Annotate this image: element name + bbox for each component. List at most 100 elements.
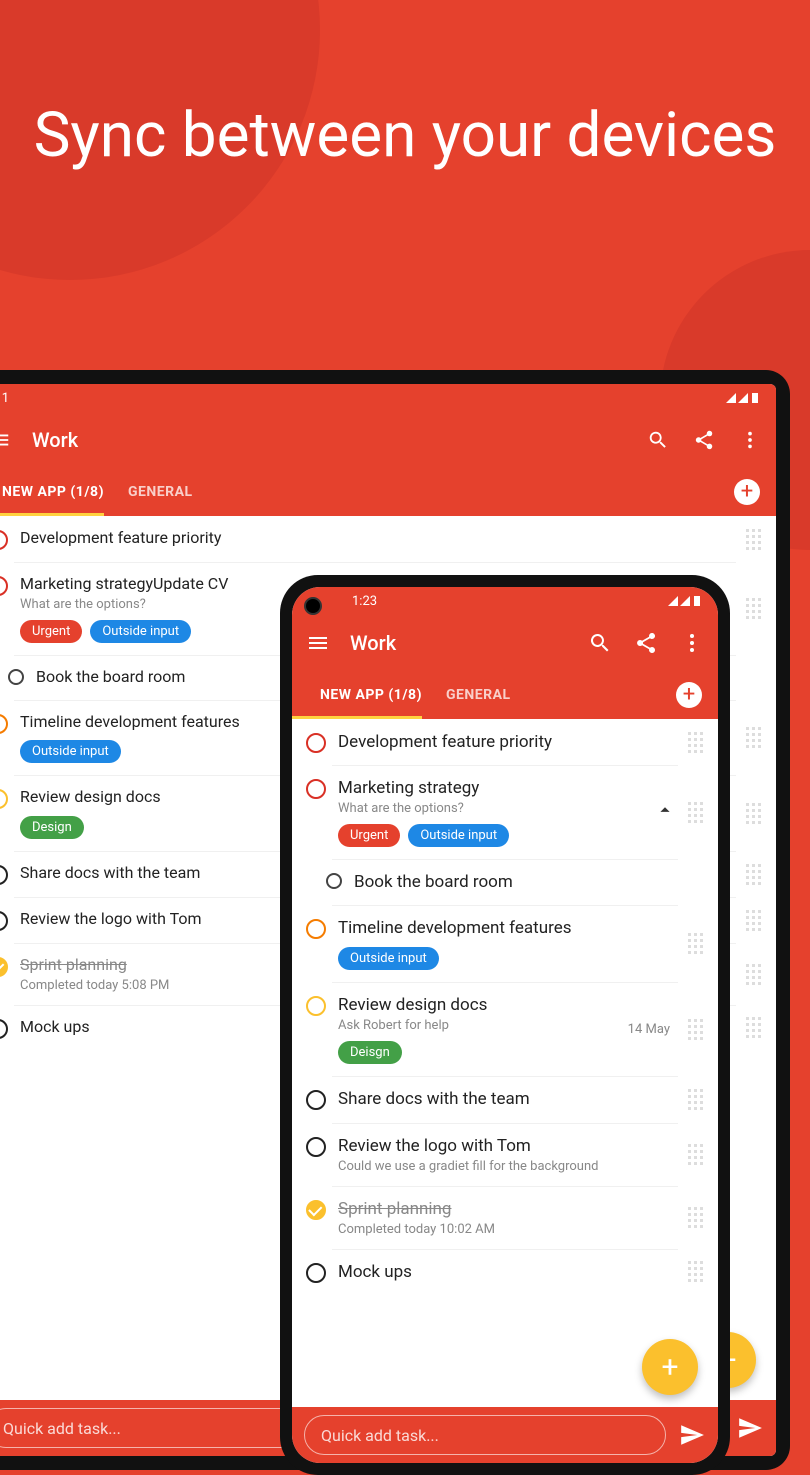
task-content: Timeline development featuresOutside inp…	[338, 917, 676, 970]
task-row[interactable]: Review the logo with TomCould we use a g…	[292, 1123, 718, 1186]
chip-row: Outside input	[338, 947, 676, 970]
search-icon[interactable]	[644, 426, 672, 454]
drag-handle-icon[interactable]	[746, 598, 764, 619]
task-list-phone: Development feature priority Marketing st…	[292, 719, 718, 1295]
task-subtitle: Could we use a gradiet fill for the back…	[338, 1159, 676, 1174]
task-title: Review design docs	[338, 994, 616, 1016]
checkbox-icon[interactable]	[8, 669, 24, 685]
tag-chip[interactable]: Outside input	[338, 947, 439, 970]
drag-handle-icon[interactable]	[746, 727, 764, 748]
task-row[interactable]: Sprint planningCompleted today 10:02 AM	[292, 1186, 718, 1249]
checkbox-icon[interactable]	[0, 714, 8, 734]
task-row[interactable]: Marketing strategy What are the options? U…	[292, 765, 718, 859]
task-content: Sprint planningCompleted today 10:02 AM	[338, 1198, 676, 1237]
quick-add-placeholder: Quick add task...	[3, 1419, 121, 1438]
drag-handle-icon[interactable]	[746, 529, 764, 550]
task-row[interactable]: Development feature priority	[292, 719, 718, 765]
checkbox-icon[interactable]	[306, 1263, 326, 1283]
tab-new-app[interactable]: NEW APP (1/8)	[308, 673, 434, 717]
status-bar: 1:23	[292, 587, 718, 615]
task-content: Development feature priority	[338, 731, 676, 753]
checkbox-icon[interactable]	[306, 1137, 326, 1157]
tag-chip[interactable]: Outside input	[408, 824, 509, 847]
checkbox-icon[interactable]	[0, 789, 8, 809]
task-content: Review the logo with TomCould we use a g…	[338, 1135, 676, 1174]
share-icon[interactable]	[690, 426, 718, 454]
task-subtitle: What are the options?	[338, 801, 642, 816]
drag-handle-icon[interactable]	[746, 910, 764, 931]
drag-handle-icon[interactable]	[688, 933, 706, 954]
menu-icon[interactable]	[0, 426, 14, 454]
checkbox-icon[interactable]	[306, 996, 326, 1016]
task-row[interactable]: Development feature priority	[0, 516, 776, 562]
status-icons	[668, 594, 708, 609]
tab-new-app[interactable]: NEW APP (1/8)	[0, 470, 116, 514]
add-tab-button[interactable]: +	[734, 479, 760, 505]
drag-handle-icon[interactable]	[746, 1017, 764, 1038]
status-time: 1:23	[352, 594, 377, 609]
menu-icon[interactable]	[304, 629, 332, 657]
tag-chip[interactable]: Urgent	[20, 620, 82, 643]
drag-handle-icon[interactable]	[746, 864, 764, 885]
add-tab-button[interactable]: +	[676, 682, 702, 708]
checkbox-icon[interactable]	[306, 779, 326, 799]
task-title: Marketing strategy	[338, 777, 642, 799]
tag-chip[interactable]: Outside input	[90, 620, 191, 643]
checkbox-icon[interactable]	[0, 530, 8, 550]
search-icon[interactable]	[586, 629, 614, 657]
task-title: Share docs with the team	[338, 1088, 676, 1110]
drag-handle-icon[interactable]	[688, 802, 706, 823]
checkbox-icon[interactable]	[0, 576, 8, 596]
task-content: Marketing strategy What are the options? U…	[338, 777, 642, 847]
task-title: Book the board room	[354, 871, 706, 893]
task-row[interactable]: Share docs with the team	[292, 1076, 718, 1122]
phone-screen: 1:23 Work NEW APP (1/8) GENERAL +	[292, 587, 718, 1463]
chevron-up-icon[interactable]	[654, 799, 676, 825]
task-row[interactable]: Mock ups	[292, 1249, 718, 1295]
task-content: Book the board room	[354, 871, 706, 893]
drag-handle-icon[interactable]	[688, 1261, 706, 1282]
task-content: Mock ups	[338, 1261, 676, 1283]
share-icon[interactable]	[632, 629, 660, 657]
checkbox-icon[interactable]	[306, 919, 326, 939]
drag-handle-icon[interactable]	[746, 803, 764, 824]
tag-chip[interactable]: Outside input	[20, 740, 121, 763]
subtask-row[interactable]: Book the board room	[292, 859, 718, 905]
task-meta-date: 14 May	[628, 1022, 670, 1037]
task-content: Share docs with the team	[338, 1088, 676, 1110]
task-row[interactable]: Review design docsAsk Robert for helpDei…	[292, 982, 718, 1076]
checkbox-icon[interactable]	[306, 733, 326, 753]
drag-handle-icon[interactable]	[688, 1207, 706, 1228]
checkbox-icon[interactable]	[0, 1019, 8, 1039]
checkbox-icon[interactable]	[306, 1090, 326, 1110]
checkbox-done-icon[interactable]	[0, 957, 8, 977]
send-icon[interactable]	[678, 1421, 706, 1449]
send-icon[interactable]	[736, 1414, 764, 1442]
checkbox-done-icon[interactable]	[306, 1200, 326, 1220]
drag-handle-icon[interactable]	[688, 1019, 706, 1040]
quick-add-placeholder: Quick add task...	[321, 1426, 439, 1445]
checkbox-icon[interactable]	[0, 911, 8, 931]
drag-handle-icon[interactable]	[688, 1089, 706, 1110]
more-icon[interactable]	[678, 629, 706, 657]
drag-handle-icon[interactable]	[688, 1144, 706, 1165]
task-row[interactable]: Timeline development featuresOutside inp…	[292, 905, 718, 982]
drag-handle-icon[interactable]	[746, 964, 764, 985]
tag-chip[interactable]: Deisgn	[338, 1041, 402, 1064]
tag-chip[interactable]: Design	[20, 816, 84, 839]
drag-handle-icon[interactable]	[688, 732, 706, 753]
fab-add-task[interactable]: +	[642, 1339, 698, 1395]
app-title: Work	[32, 428, 626, 452]
more-icon[interactable]	[736, 426, 764, 454]
status-icons	[726, 391, 766, 406]
task-content: Review design docsAsk Robert for helpDei…	[338, 994, 616, 1064]
checkbox-icon[interactable]	[0, 865, 8, 885]
tag-chip[interactable]: Urgent	[338, 824, 400, 847]
app-bar: Work	[0, 412, 776, 468]
task-title: Development feature priority	[20, 528, 734, 549]
tab-general[interactable]: GENERAL	[116, 470, 205, 514]
tab-general[interactable]: GENERAL	[434, 673, 523, 717]
quick-add-input[interactable]: Quick add task...	[304, 1415, 666, 1455]
checkbox-icon[interactable]	[326, 873, 342, 889]
app-title: Work	[350, 631, 568, 655]
